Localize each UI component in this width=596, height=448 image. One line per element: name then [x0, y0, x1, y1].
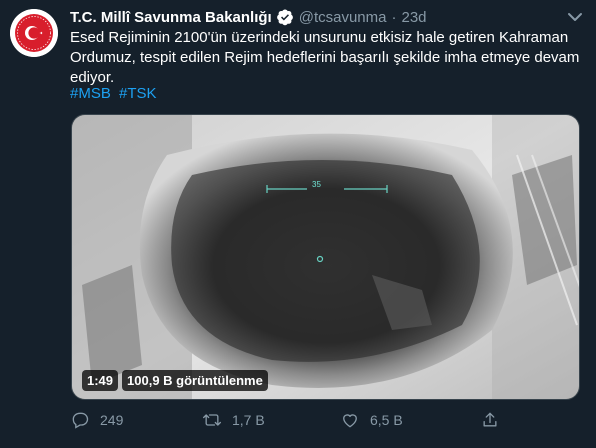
display-name[interactable]: T.C. Millî Savunma Bakanlığı	[70, 9, 272, 26]
share-button[interactable]	[480, 408, 510, 432]
action-bar: 249 1,7 B 6,5 B	[70, 408, 580, 432]
separator-dot: ·	[391, 8, 397, 26]
reply-count: 249	[100, 412, 124, 428]
like-button[interactable]: 6,5 B	[340, 408, 403, 432]
video-duration: 1:49	[82, 370, 119, 391]
tweet-text: Esed Rejiminin 2100'ün üzerindeki unsuru…	[70, 29, 580, 86]
avatar[interactable]	[10, 9, 58, 57]
video-badges: 1:49 100,9 B görüntülenme	[82, 370, 268, 391]
share-icon	[483, 412, 497, 427]
ministry-emblem-icon	[10, 9, 58, 57]
hashtag-msb[interactable]: #MSB	[70, 85, 111, 102]
verified-icon	[276, 8, 294, 26]
retweet-count: 1,7 B	[232, 412, 265, 428]
like-icon	[343, 414, 357, 428]
video-player[interactable]	[71, 114, 580, 400]
like-count: 6,5 B	[370, 412, 403, 428]
tweet-header: T.C. Millî Savunma Bakanlığı @tcsavunma …	[70, 7, 427, 27]
more-icon[interactable]	[564, 8, 586, 26]
reply-icon	[72, 412, 89, 429]
hashtags: #MSB #TSK	[70, 84, 161, 104]
hashtag-tsk[interactable]: #TSK	[119, 85, 157, 102]
tweet[interactable]: T.C. Millî Savunma Bakanlığı @tcsavunma …	[0, 0, 596, 448]
video-view-count: 100,9 B görüntülenme	[122, 370, 268, 391]
retweet-button[interactable]: 1,7 B	[202, 408, 265, 432]
retweet-icon	[203, 414, 221, 426]
handle[interactable]: @tcsavunma	[299, 9, 387, 26]
video-overlay-number: 35	[312, 180, 321, 189]
video-thumbnail	[72, 115, 579, 399]
reply-button[interactable]: 249	[70, 408, 123, 432]
timestamp[interactable]: 23d	[401, 9, 426, 26]
